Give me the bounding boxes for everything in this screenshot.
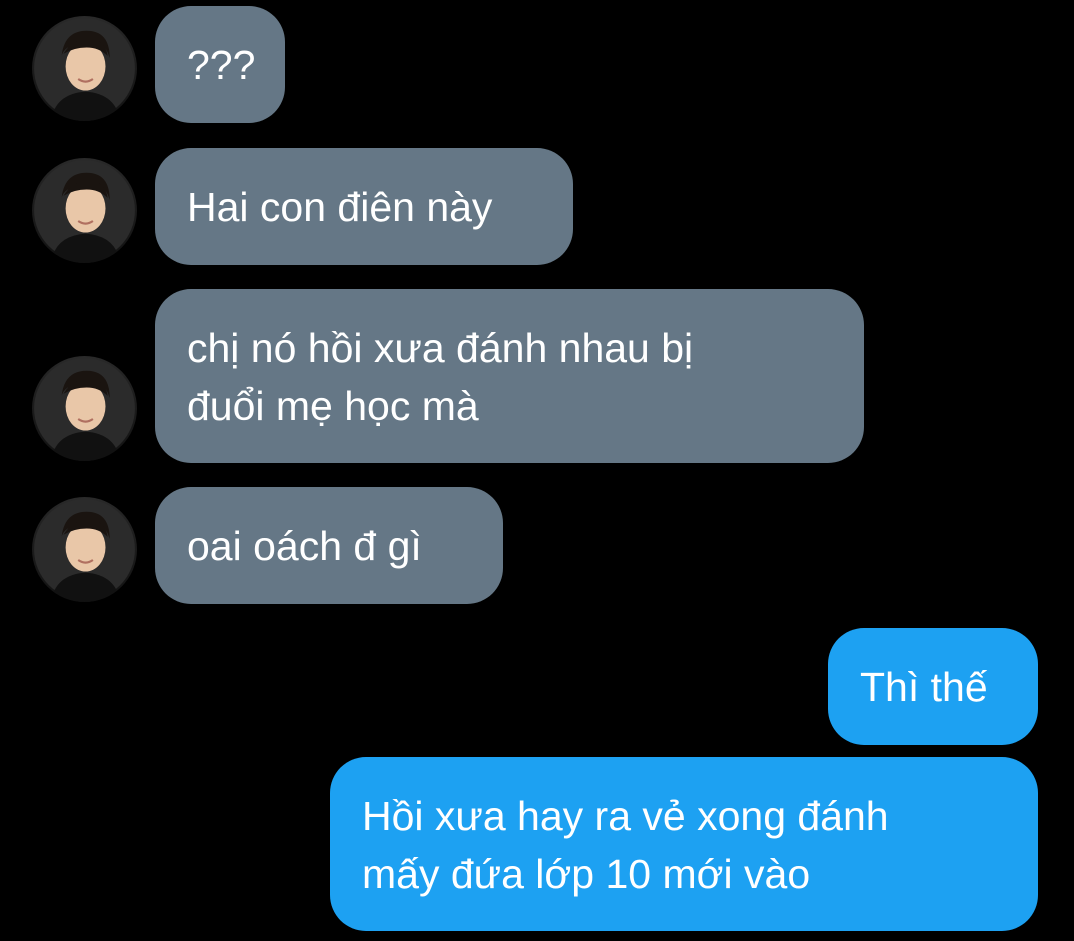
- avatar[interactable]: [32, 497, 137, 602]
- avatar[interactable]: [32, 356, 137, 461]
- message-bubble-sent[interactable]: Hồi xưa hay ra vẻ xong đánh mấy đứa lớp …: [330, 757, 1038, 931]
- profile-photo-icon: [34, 499, 135, 602]
- message-bubble-received[interactable]: ???: [155, 6, 285, 123]
- profile-photo-icon: [34, 358, 135, 461]
- message-bubble-received[interactable]: oai oách đ gì: [155, 487, 503, 604]
- profile-photo-icon: [34, 18, 135, 121]
- message-bubble-received[interactable]: chị nó hồi xưa đánh nhau bị đuổi mẹ học …: [155, 289, 864, 463]
- avatar[interactable]: [32, 158, 137, 263]
- message-bubble-sent[interactable]: Thì thế: [828, 628, 1038, 745]
- message-bubble-received[interactable]: Hai con điên này: [155, 148, 573, 265]
- profile-photo-icon: [34, 160, 135, 263]
- avatar[interactable]: [32, 16, 137, 121]
